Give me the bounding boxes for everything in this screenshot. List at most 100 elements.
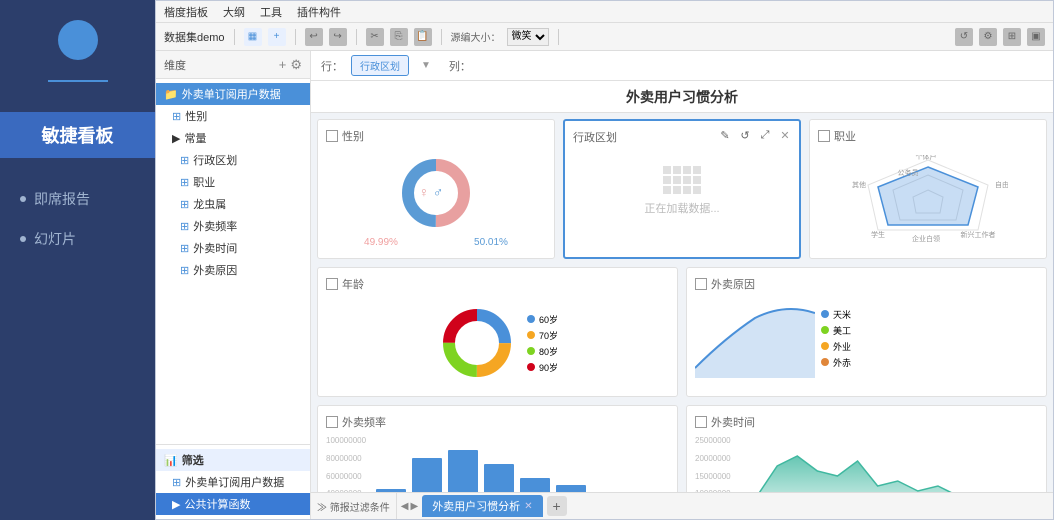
tree-freq-label: 外卖频率 [193, 218, 237, 234]
loading-cell [673, 186, 681, 194]
content-body: 维度 + ⚙ 📁 外卖单订阅用户数据 ⊞ 性别 ▶ 常量 [156, 51, 1053, 519]
left-sidebar: 敏捷看板 即席报告 幻灯片 [0, 0, 155, 520]
tree-item-reason[interactable]: ⊞ 外卖原因 [156, 259, 310, 281]
filter-conditions[interactable]: ≫ 筛报过滤条件 [311, 493, 397, 519]
time-checkbox[interactable] [695, 416, 707, 428]
menu-item-plugins[interactable]: 插件构件 [297, 4, 341, 20]
menu-item-outline[interactable]: 大纲 [223, 4, 245, 20]
y-label-4: 40000000 [326, 489, 366, 492]
svg-text:自由职业者: 自由职业者 [995, 180, 1008, 189]
tab-item-analysis[interactable]: 外卖用户习惯分析 ✕ [422, 495, 542, 517]
tree-item-occ[interactable]: ⊞ 职业 [156, 171, 310, 193]
close-btn[interactable]: ✕ [777, 127, 793, 143]
reason-checkbox[interactable] [695, 278, 707, 290]
tree-root-label: 外卖单订阅用户数据 [182, 86, 281, 102]
svg-text:企业白领: 企业白领 [912, 234, 940, 243]
toolbar: 数据集demo ▦ + ↩ ↪ ✂ ⎘ 📋 源编大小： 微笑 ↺ ⚙ ⊞ ▣ [156, 23, 1053, 51]
tree-item-gender[interactable]: ⊞ 性别 [156, 105, 310, 127]
tree-calc-icon: ▶ [172, 498, 180, 511]
age-checkbox[interactable] [326, 278, 338, 290]
tree-section-data[interactable]: ⊞ 外卖单订阅用户数据 [156, 471, 310, 493]
reason-title-label: 外卖原因 [711, 276, 755, 292]
zoom-select[interactable]: 微笑 [507, 28, 549, 46]
tree-chart-icon4: ⊞ [180, 198, 189, 211]
app-frame: 楷度指板 大纲 工具 插件构件 数据集demo ▦ + ↩ ↪ ✂ ⎘ 📋 源编… [155, 0, 1054, 520]
tree-item-time[interactable]: ⊞ 外卖时间 [156, 237, 310, 259]
toolbar-separator [295, 29, 296, 45]
tree-chart-icon6: ⊞ [180, 242, 189, 255]
tree-item-freq[interactable]: ⊞ 外卖频率 [156, 215, 310, 237]
settings-icon[interactable]: ⚙ [979, 28, 997, 46]
panel-icon[interactable]: ▣ [1027, 28, 1045, 46]
panel-search-btn[interactable]: ⚙ [290, 57, 302, 73]
scroll-left-btn[interactable]: ◀ [401, 501, 409, 512]
age-svg [437, 303, 517, 383]
toolbar-right: ↺ ⚙ ⊞ ▣ [955, 28, 1045, 46]
loading-cell [683, 166, 691, 174]
undo-icon[interactable]: ↩ [305, 28, 323, 46]
sidebar-item-report[interactable]: 即席报告 [0, 179, 155, 219]
reason-label-3: 外业 [833, 340, 851, 353]
tree-item-root[interactable]: 📁 外卖单订阅用户数据 [156, 83, 310, 105]
freq-chart-title: 外卖频率 [326, 414, 669, 430]
copy-icon[interactable]: ⎘ [390, 28, 408, 46]
loading-grid [663, 166, 701, 194]
scroll-right-btn[interactable]: ▶ [410, 501, 418, 512]
maximize-btn[interactable]: ⤢ [757, 127, 773, 143]
new-icon[interactable]: ▦ [244, 28, 262, 46]
donut-container: ♂ ♀ [396, 153, 476, 233]
tree-dragon-label: 龙虫属 [193, 196, 226, 212]
reason-dot-1 [821, 310, 829, 318]
row-label: 行： [321, 58, 343, 74]
menu-item-tools[interactable]: 工具 [260, 4, 282, 20]
age-donut: 60岁 70岁 80岁 [326, 298, 669, 388]
loading-cell [693, 176, 701, 184]
tree-item-district[interactable]: ⊞ 行政区划 [156, 149, 310, 171]
bottom-bar: ≫ 筛报过滤条件 ◀ ▶ 外卖用户习惯分析 ✕ + [311, 492, 1053, 519]
svg-text:新兴工作者: 新兴工作者 [961, 230, 996, 239]
age-label-60: 60岁 [539, 313, 558, 326]
bar-5 [520, 478, 550, 492]
time-title-label: 外卖时间 [711, 414, 755, 430]
loading-cell [673, 166, 681, 174]
tree-item-dragon[interactable]: ⊞ 龙虫属 [156, 193, 310, 215]
sidebar-logo-line [48, 80, 108, 82]
reason-chart-card: 外卖原因 天米 [686, 267, 1047, 397]
refresh-btn[interactable]: ↺ [737, 127, 753, 143]
bar-2 [412, 458, 442, 492]
tab-add-btn[interactable]: + [547, 496, 567, 516]
menu-item-kanban[interactable]: 楷度指板 [164, 4, 208, 20]
freq-checkbox[interactable] [326, 416, 338, 428]
tree-section-calc[interactable]: ▶ 公共计算函数 [156, 493, 310, 515]
sidebar-item-slide[interactable]: 幻灯片 [0, 219, 155, 259]
gender-checkbox[interactable] [326, 130, 338, 142]
tree-occ-label: 职业 [193, 174, 215, 190]
tree-item-const[interactable]: ▶ 常量 [156, 127, 310, 149]
filter-district-tag[interactable]: 行政区划 [351, 55, 409, 76]
redo-icon[interactable]: ↪ [329, 28, 347, 46]
add-icon[interactable]: + [268, 28, 286, 46]
reason-area-svg [695, 298, 815, 378]
tab-close-btn[interactable]: ✕ [524, 501, 532, 512]
edit-btn[interactable]: ✎ [717, 127, 733, 143]
tree-area: 📁 外卖单订阅用户数据 ⊞ 性别 ▶ 常量 ⊞ 行政区划 ⊞ 职业 [156, 79, 310, 444]
grid-icon[interactable]: ⊞ [1003, 28, 1021, 46]
age-legend-90: 90岁 [527, 361, 558, 374]
bar-chart-area [372, 436, 669, 492]
age-label-90: 90岁 [539, 361, 558, 374]
occ-checkbox[interactable] [818, 130, 830, 142]
tree-reason-label: 外卖原因 [193, 262, 237, 278]
loading-cell [683, 176, 691, 184]
refresh-icon[interactable]: ↺ [955, 28, 973, 46]
tree-section-filter: 📊 筛选 [156, 449, 310, 471]
time-chart-card: 外卖时间 25000000 20000000 15000000 10000000… [686, 405, 1047, 492]
sidebar-main-item[interactable]: 敏捷看板 [0, 112, 155, 158]
age-legend-60: 60岁 [527, 313, 558, 326]
reason-dot-3 [821, 342, 829, 350]
toolbar-separator [441, 29, 442, 45]
reason-dot-4 [821, 358, 829, 366]
gender-title-label: 性别 [342, 128, 364, 144]
paste-icon[interactable]: 📋 [414, 28, 432, 46]
panel-add-btn[interactable]: + [279, 57, 287, 72]
cut-icon[interactable]: ✂ [366, 28, 384, 46]
